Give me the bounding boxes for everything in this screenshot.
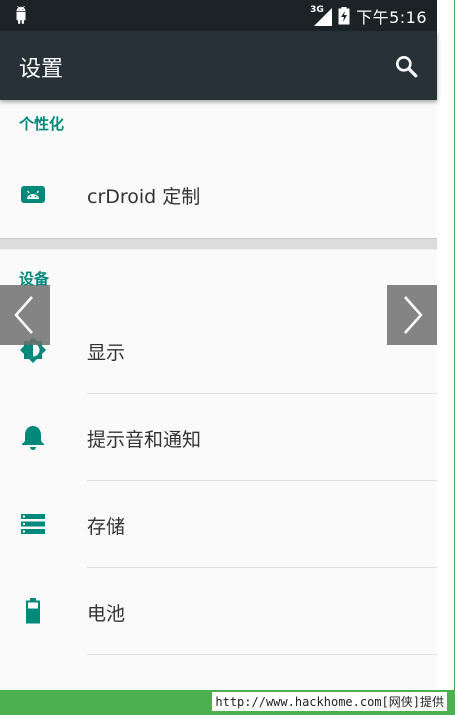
settings-item-display[interactable]: 显示 (0, 308, 437, 394)
signal-icon: 3G (310, 5, 333, 26)
settings-item-storage[interactable]: 存储 (0, 482, 437, 568)
settings-item-label: 存储 (87, 516, 126, 538)
network-type-label: 3G (310, 5, 324, 15)
search-icon[interactable] (393, 53, 419, 79)
settings-item-label: 电池 (87, 603, 126, 625)
section-header-personalization: 个性化 (19, 115, 65, 133)
settings-item-label: crDroid 定制 (87, 186, 201, 208)
settings-item-battery[interactable]: 电池 (0, 569, 437, 655)
settings-item-label: 提示音和通知 (87, 429, 202, 451)
battery-charging-icon (338, 7, 350, 25)
android-debug-icon (16, 6, 26, 24)
status-bar: 3G 下午5:16 (0, 0, 437, 31)
watermark-bar: http://www.hackhome.com[网侠]提供 (0, 690, 455, 715)
bell-icon (22, 426, 44, 450)
storage-icon (21, 514, 45, 534)
chevron-left-icon (14, 296, 33, 334)
item-divider (87, 654, 437, 655)
section-divider (0, 238, 437, 250)
battery-icon (26, 598, 40, 624)
watermark-text: http://www.hackhome.com[网侠]提供 (212, 692, 447, 711)
item-divider (87, 480, 437, 481)
item-divider (87, 567, 437, 568)
item-divider (87, 393, 437, 394)
chevron-right-icon (404, 296, 423, 334)
action-bar: 设置 (0, 31, 437, 100)
next-image-button[interactable] (387, 285, 437, 345)
settings-list[interactable]: 个性化 crDroid 定制 设备 显示 提示音和通知 存储 电池 (0, 100, 437, 690)
prev-image-button[interactable] (0, 285, 50, 345)
clock: 下午5:16 (356, 8, 427, 27)
page-title: 设置 (19, 57, 64, 82)
status-icons: 3G 下午5:16 (310, 4, 427, 28)
android-icon (21, 186, 45, 203)
settings-item-sound-notification[interactable]: 提示音和通知 (0, 395, 437, 481)
settings-item-label: 显示 (87, 342, 126, 364)
settings-item-crdroid[interactable]: crDroid 定制 (0, 152, 437, 238)
